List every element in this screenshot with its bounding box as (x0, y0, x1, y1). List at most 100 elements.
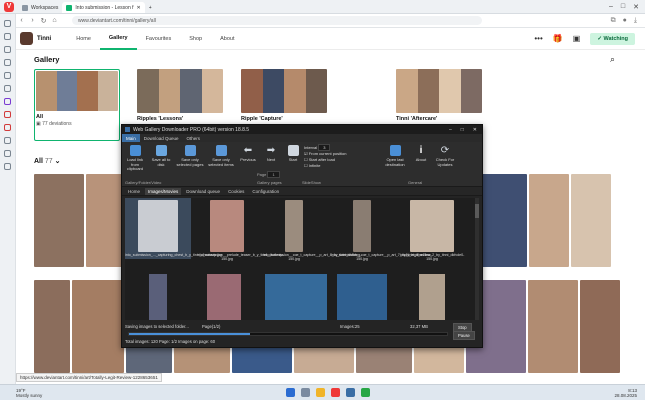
file-explorer-icon[interactable] (316, 388, 326, 397)
thumb-item[interactable]: into_submission__coe_t_capture__p_art_8_… (263, 200, 362, 261)
avatar[interactable] (20, 32, 33, 45)
calendar-icon[interactable] (4, 124, 11, 131)
thumb-item[interactable]: into_submission__prelude_teaser_b_y_tinn… (197, 200, 284, 261)
tab-others[interactable]: Others (183, 134, 205, 142)
scroll-thumb[interactable] (475, 204, 479, 218)
badge-icon[interactable]: ▣ (573, 34, 581, 43)
folder-all[interactable]: All ▣ 77 deviations (34, 69, 120, 141)
downloader-icon[interactable] (346, 388, 356, 397)
load-link-button[interactable]: Load link from clipboard (122, 142, 148, 172)
window-panel-icon[interactable] (4, 85, 11, 92)
notes-icon[interactable] (4, 59, 11, 66)
tab-configuration[interactable]: Configuration (249, 188, 282, 195)
add-panel-icon[interactable] (4, 163, 11, 170)
feeds-icon[interactable] (4, 137, 11, 144)
mail-icon[interactable] (4, 111, 11, 118)
folder-name: All (36, 114, 44, 120)
about-button[interactable]: i About (410, 142, 432, 163)
extensions-icon[interactable]: ⧉ (611, 17, 616, 25)
tab-download-queue-view[interactable]: Download queue (183, 188, 223, 195)
reload-icon[interactable]: ↻ (38, 17, 49, 25)
tab-workspaces[interactable]: Workspaces (18, 2, 62, 13)
search-icon[interactable] (301, 388, 311, 397)
maximize-icon[interactable]: □ (461, 127, 464, 133)
maximize-icon[interactable]: □ (621, 3, 625, 11)
check-updates-button[interactable]: ⟳ Check For Updates (432, 142, 458, 167)
taskbar-icons (286, 388, 371, 397)
gallery-thumb[interactable] (72, 280, 124, 373)
mastodon-icon[interactable] (4, 98, 11, 105)
folder-thumbnail (396, 69, 482, 113)
thumb-item[interactable]: totally_legit_review_2_by_tinni_dkfvde0-… (399, 200, 465, 261)
start-icon[interactable] (286, 388, 296, 397)
open-last-destination-button[interactable]: Open last destination (380, 142, 410, 167)
gallery-thumb[interactable] (529, 174, 569, 267)
nav-gallery[interactable]: Gallery (99, 28, 137, 50)
weather-widget[interactable]: 19°F Mostly sunny (16, 388, 42, 398)
vivaldi-icon[interactable] (331, 388, 341, 397)
tab-download-queue[interactable]: Download Queue (140, 134, 183, 142)
gift-icon[interactable]: 🎁 (553, 34, 563, 43)
minimize-icon[interactable]: – (449, 127, 452, 133)
slideshow-options: Interval 3 ☑ From current position ☐ Sta… (304, 142, 380, 169)
download-icon[interactable]: ⤓ (634, 17, 637, 25)
thumb-item[interactable] (149, 274, 167, 320)
vivaldi-logo-icon[interactable]: V (4, 1, 14, 12)
gallery-thumb[interactable] (528, 280, 578, 373)
thumb-item[interactable] (337, 274, 387, 320)
all-heading[interactable]: All 77 ⌄ (34, 157, 61, 165)
minimize-icon[interactable]: – (609, 3, 613, 11)
gallery-thumb[interactable] (34, 174, 84, 267)
thumb-item-selected[interactable]: into_submission_..._capturing_chest_b_y_… (125, 198, 222, 260)
tab-main[interactable]: Main (122, 134, 140, 142)
slideshow-start-button[interactable]: Start (282, 142, 304, 163)
thumb-item[interactable]: into_submission__coe_t_capture__p_art_7_… (331, 200, 432, 261)
home-icon[interactable]: ⌂ (49, 17, 60, 24)
tab-home[interactable]: Home (125, 188, 143, 195)
search-icon[interactable]: ⌕ (610, 54, 615, 65)
bookmarks-icon[interactable] (4, 20, 11, 27)
folder-thumbnail (241, 69, 327, 113)
page-input[interactable]: 1 (267, 171, 280, 178)
history-icon[interactable] (4, 46, 11, 53)
tab-cookies[interactable]: Cookies (225, 188, 247, 195)
thumb-item[interactable] (419, 274, 445, 320)
save-selected-pages-button[interactable]: Save only selected pages (174, 142, 206, 167)
next-button[interactable]: ➡ Next (260, 142, 282, 163)
view-tabs: Home Images/Movies Download queue Cookie… (122, 187, 482, 196)
forward-icon[interactable]: › (27, 17, 38, 24)
pause-button[interactable]: Pause (453, 331, 475, 340)
clock[interactable]: 8:13 28.08.2025 (614, 388, 637, 398)
contacts-icon[interactable] (4, 150, 11, 157)
save-all-button[interactable]: Save all to disk (148, 142, 174, 167)
nav-home[interactable]: Home (67, 28, 100, 50)
reading-list-icon[interactable] (4, 72, 11, 79)
save-selected-items-button[interactable]: Save only selected items (206, 142, 236, 167)
gallery-thumb[interactable] (34, 280, 70, 373)
nav-favourites[interactable]: Favourites (137, 28, 181, 50)
gallery-thumb[interactable] (580, 280, 620, 373)
gallery-thumb[interactable] (571, 174, 611, 267)
new-tab-button[interactable]: + (145, 2, 156, 13)
close-window-icon[interactable]: ✕ (633, 3, 639, 11)
close-tab-icon[interactable]: ✕ (137, 5, 141, 11)
nav-about[interactable]: About (211, 28, 243, 50)
previous-button[interactable]: ⬅ Previous (236, 142, 260, 163)
app-icon[interactable] (361, 388, 371, 397)
option-infinite[interactable]: ☐ Infinite (304, 163, 380, 169)
thumb-item[interactable] (265, 274, 327, 320)
username[interactable]: Tinni (37, 36, 51, 42)
url-field[interactable]: www.deviantart.com/tinni/gallery/all (72, 16, 482, 25)
more-options-icon[interactable]: ••• (534, 34, 542, 43)
thumb-item[interactable] (207, 274, 241, 320)
profile-icon[interactable]: ● (623, 17, 627, 25)
close-window-icon[interactable]: ✕ (473, 127, 477, 133)
interval-input[interactable]: 3 (318, 144, 331, 151)
back-icon[interactable]: ‹ (16, 17, 27, 24)
vertical-scrollbar[interactable] (475, 198, 479, 320)
tab-images-movies[interactable]: Images/Movies (145, 187, 182, 195)
watching-button[interactable]: ✓ Watching (590, 32, 635, 45)
nav-shop[interactable]: Shop (180, 28, 211, 50)
downloads-icon[interactable] (4, 33, 11, 40)
tab-into-submission[interactable]: Into submission - Lesson f ✕ (62, 2, 145, 13)
